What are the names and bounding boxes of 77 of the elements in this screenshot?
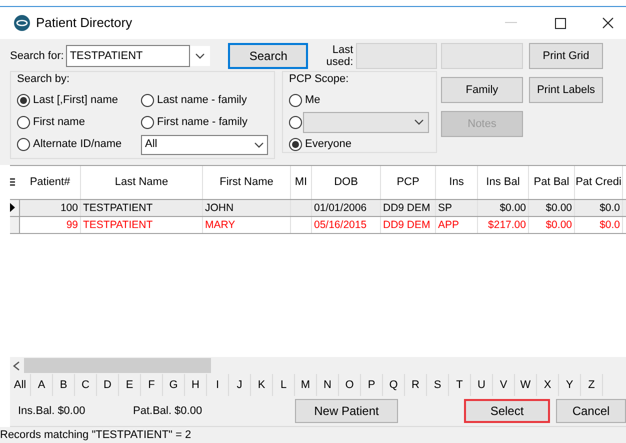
toolbar-button[interactable]: Print Grid xyxy=(529,43,603,69)
table-cell: JOHN xyxy=(203,200,291,216)
balance-value: $0.00 xyxy=(58,404,86,419)
filter-dropdown[interactable]: All xyxy=(141,134,268,154)
last-used-field[interactable] xyxy=(441,43,523,69)
balance-value: $0.00 xyxy=(174,404,202,419)
table-row[interactable]: 100 TESTPATIENT JOHN 01/01/2006 DD9 DEM SP $0.00 $0.00 $0.0 xyxy=(10,200,626,216)
table-cell: $0.0 xyxy=(575,216,623,232)
group-title: Search by: xyxy=(17,72,71,87)
table-cell: 05/16/2015 xyxy=(312,216,381,232)
action-button[interactable]: New Patient xyxy=(295,399,398,423)
column-header[interactable]: Patient# xyxy=(20,166,81,198)
radio-button[interactable] xyxy=(17,138,30,150)
row-header[interactable] xyxy=(10,200,20,216)
table-cell: 01/01/2006 xyxy=(312,200,381,216)
table-cell: DD9 DEM xyxy=(381,200,436,216)
radio-button[interactable] xyxy=(141,94,154,106)
table-cell: 99 xyxy=(20,216,81,232)
column-header[interactable]: Ins xyxy=(436,166,478,198)
table-cell: $217.00 xyxy=(478,216,529,232)
search-label: Search for: xyxy=(10,48,64,64)
table-cell: DD9 DEM xyxy=(381,216,436,232)
radio-button[interactable] xyxy=(289,138,302,150)
chevron-down-icon xyxy=(194,53,205,59)
search-button[interactable]: Search xyxy=(228,43,308,69)
column-header[interactable]: Ins Bal xyxy=(478,166,529,198)
last-used-field[interactable] xyxy=(356,43,437,69)
radio-button[interactable] xyxy=(17,94,30,106)
column-header[interactable]: Pat Bal xyxy=(529,166,575,198)
current-row-icon xyxy=(10,203,15,212)
app-logo-icon xyxy=(14,15,30,31)
table-cell: SP xyxy=(436,200,478,216)
column-header[interactable]: MI xyxy=(291,166,312,198)
scrollbar-thumb[interactable] xyxy=(24,358,211,373)
group-title: PCP Scope: xyxy=(289,72,350,87)
table-cell: $0.00 xyxy=(529,200,575,216)
table-cell: APP xyxy=(436,216,478,232)
option-label: First name xyxy=(33,114,85,130)
radio-button[interactable] xyxy=(17,116,30,128)
table-cell: 100 xyxy=(20,200,81,216)
option-label: Everyone xyxy=(305,136,352,152)
balance-label: Pat.Bal. xyxy=(133,404,172,419)
chevron-down-icon xyxy=(254,142,264,148)
close-icon[interactable] xyxy=(602,17,614,29)
toolbar-button[interactable]: Print Labels xyxy=(529,77,603,103)
status-bar: Records matching "TESTPATIENT" = 2 xyxy=(0,427,626,443)
column-header[interactable]: Last Name xyxy=(81,166,203,198)
table-cell: TESTPATIENT xyxy=(81,200,203,216)
window-title: Patient Directory xyxy=(36,14,132,32)
maximize-icon[interactable] xyxy=(555,18,566,28)
last-used-label: Last used: xyxy=(325,44,354,68)
balance-label: Ins.Bal. xyxy=(18,404,55,419)
action-button[interactable]: Select xyxy=(464,399,550,423)
column-header[interactable]: First Name xyxy=(203,166,291,198)
table-cell: MARY xyxy=(203,216,291,232)
option-label: Alternate ID/name xyxy=(33,136,122,152)
option-label: Last name - family xyxy=(157,92,247,108)
table-cell: TESTPATIENT xyxy=(81,216,203,232)
option-label: Last [,First] name xyxy=(33,92,118,108)
radio-button[interactable] xyxy=(141,116,154,128)
column-header[interactable]: DOB xyxy=(312,166,381,198)
table-row[interactable]: 99 TESTPATIENT MARY 05/16/2015 DD9 DEM APP $217.00 $0.00 $0.0 xyxy=(10,216,626,234)
toolbar-button[interactable]: Family xyxy=(441,77,523,103)
chevron-down-icon xyxy=(414,119,424,125)
column-header[interactable]: PCP xyxy=(381,166,436,198)
radio-button[interactable] xyxy=(289,94,302,106)
option-label: Me xyxy=(305,92,320,108)
table-cell: $0.00 xyxy=(478,200,529,216)
action-button[interactable]: Cancel xyxy=(556,399,626,423)
radio-button[interactable] xyxy=(289,116,302,128)
option-label: First name - family xyxy=(157,114,248,130)
table-cell: $0.00 xyxy=(529,216,575,232)
search-field[interactable]: TESTPATIENT xyxy=(66,45,190,67)
column-chooser-icon[interactable] xyxy=(10,178,15,186)
table-cell: $0.0 xyxy=(575,200,623,216)
column-header[interactable]: Pat Credi xyxy=(575,166,623,198)
dropdown-value: All xyxy=(145,137,158,152)
